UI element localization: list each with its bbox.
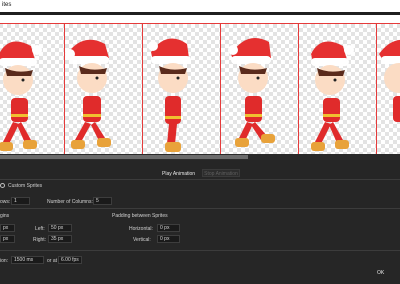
rows-label: ows:: [0, 199, 11, 205]
sprite-frame[interactable]: [0, 23, 67, 154]
horizontal-padding-input[interactable]: 0 px: [157, 224, 180, 232]
fps-input[interactable]: 6.00 fps: [58, 256, 82, 264]
elf-sprite-icon: [379, 39, 400, 122]
right-margin-input[interactable]: 35 px: [48, 235, 72, 243]
left-margin-input[interactable]: 50 px: [48, 224, 72, 232]
sprite-frame-strip: [0, 15, 400, 154]
elf-sprite-icon: [311, 41, 354, 151]
divider: [0, 179, 400, 180]
sprite-frame[interactable]: [64, 23, 145, 154]
sprite-frame[interactable]: [376, 23, 400, 154]
ok-button[interactable]: OK: [377, 270, 384, 276]
horizontal-padding-label: Horizontal:: [129, 226, 153, 232]
duration-input[interactable]: 1500 ms: [11, 256, 44, 264]
columns-label: Number of Columns:: [47, 199, 93, 205]
top-margin-input[interactable]: px: [0, 224, 15, 232]
or-at-label: or at: [47, 258, 58, 264]
custom-sprites-label: Custom Sprites: [8, 183, 43, 189]
custom-sprites-radio[interactable]: [0, 183, 5, 188]
margins-header: gins: [0, 213, 10, 219]
elf-sprite-icon: [228, 38, 275, 147]
right-margin-label: Right:: [33, 237, 47, 243]
title-bar: ites: [0, 0, 400, 12]
divider: [0, 208, 400, 209]
vertical-padding-label: Vertical:: [133, 237, 151, 243]
play-animation-button[interactable]: Play Animation: [162, 171, 195, 177]
sprite-frame[interactable]: [298, 23, 379, 154]
divider: [0, 250, 400, 251]
left-margin-label: Left:: [35, 226, 45, 232]
rows-input[interactable]: 1: [11, 197, 30, 205]
elf-sprite-icon: [65, 39, 111, 149]
columns-input[interactable]: 5: [93, 197, 112, 205]
bottom-margin-input[interactable]: px: [0, 235, 15, 243]
padding-header: Padding between Sprites: [112, 213, 168, 219]
duration-label: ion:: [0, 258, 9, 264]
vertical-padding-input[interactable]: 0 px: [157, 235, 180, 243]
stop-animation-button[interactable]: Stop Animation: [202, 169, 240, 177]
scrollbar-thumb[interactable]: [0, 155, 248, 159]
elf-sprite-icon: [148, 38, 191, 152]
window-title: ites: [2, 2, 12, 8]
elf-sprite-icon: [0, 41, 42, 151]
sprite-frame[interactable]: [142, 23, 223, 154]
sprite-frame[interactable]: [220, 23, 301, 154]
